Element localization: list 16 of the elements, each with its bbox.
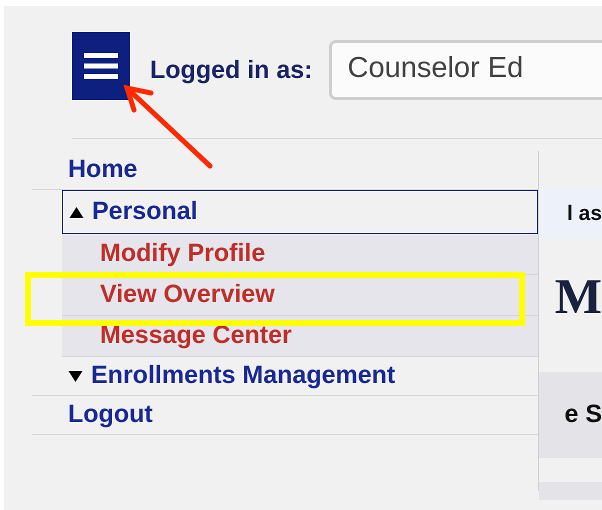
partial-heading: M	[554, 268, 602, 324]
menu-item[interactable]: Logout	[32, 396, 538, 435]
submenu-item[interactable]: Modify Profile	[62, 234, 538, 275]
logged-in-label: Logged in as:	[150, 55, 312, 86]
menu-button[interactable]	[72, 32, 130, 100]
partial-text: l as	[566, 201, 602, 228]
submenu-item[interactable]: View Overview	[62, 275, 538, 316]
menu-icon	[84, 52, 118, 80]
expand-icon	[68, 370, 83, 382]
menu-group[interactable]: Enrollments Management	[32, 357, 538, 396]
menu-item[interactable]: Home	[32, 151, 538, 190]
content-panel	[538, 482, 602, 500]
menu-group[interactable]: Personal	[62, 190, 538, 234]
user-select-field[interactable]: Counselor Ed	[328, 40, 602, 100]
partial-text: e S	[564, 399, 602, 430]
collapse-icon	[69, 206, 84, 218]
